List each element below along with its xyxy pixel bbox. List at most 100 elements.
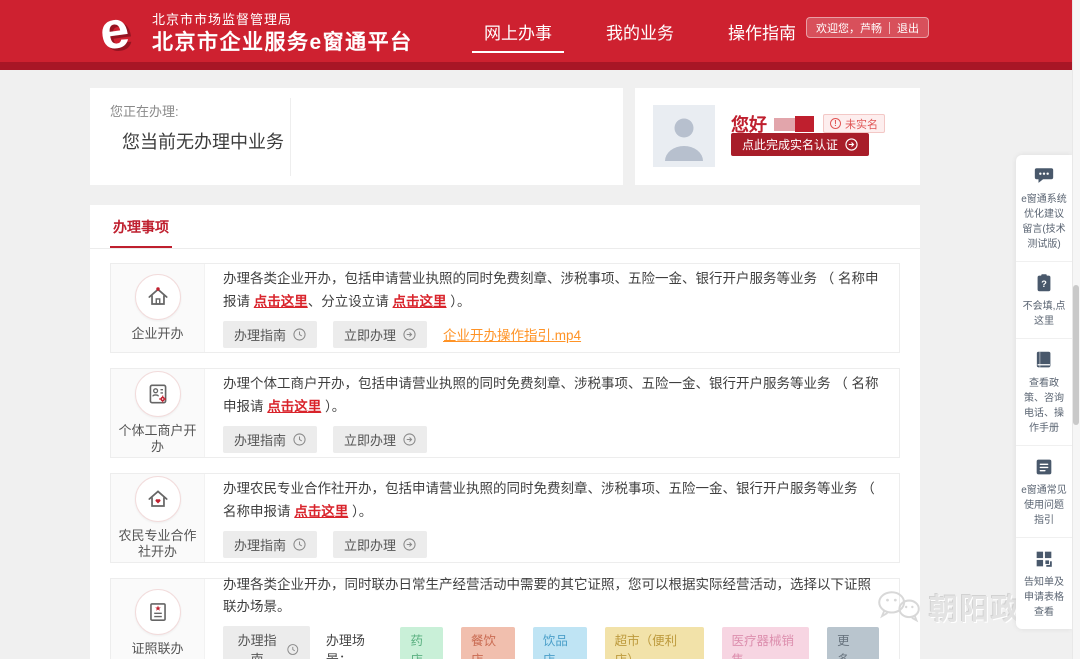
header: e 北京市市场监督管理局 北京市企业服务e窗通平台 网上办事 我的业务 操作指南… [0,0,1072,62]
clock-circle-icon [293,538,306,551]
card-actions: 办理指南 立即办理 [223,321,881,348]
card-icon-col: 企业开办 [111,264,205,352]
apply-button-label: 立即办理 [344,325,396,344]
card-title: 农民专业合作社开办 [111,528,204,561]
document-lines-icon [1033,456,1055,478]
arrow-circle-icon [845,138,858,151]
card-enterprise-setup: 企业开办 办理各类企业开办，包括申请营业执照的同时免费刻章、涉税事项、五险一金、… [110,263,900,353]
side-item-label: e窗通常见使用问题指引 [1020,483,1068,528]
logout-button[interactable]: 退出 [897,20,919,36]
card-description: 办理各类企业开办，同时联办日常生产经营活动中需要的其它证照，您可以根据实际经营活… [223,574,881,619]
desc-text: 办理各类企业开办，同时联办日常生产经营活动中需要的其它证照，您可以根据实际经营活… [223,577,871,614]
side-item-label: 不会填,点这里 [1020,299,1068,329]
exclamation-circle-icon: ! [830,118,841,129]
side-item-label: 查看政策、咨询电话、操作手册 [1020,376,1068,436]
apply-button-label: 立即办理 [344,535,396,554]
redacted-name [774,118,795,131]
side-item-policy[interactable]: 查看政策、咨询电话、操作手册 [1016,339,1072,446]
speech-bubble-icon [1033,165,1055,187]
desc-text: ）。 [348,504,372,519]
avatar [653,105,715,167]
card-description: 办理个体工商户开办，包括申请营业执照的同时免费刻章、涉税事项、五险一金、银行开户… [223,373,881,418]
card-title: 企业开办 [126,326,188,342]
tag-restaurant[interactable]: 餐饮店 [461,627,515,659]
scene-label: 办理场景： [326,630,385,659]
guide-button-label: 办理指南 [234,325,286,344]
card-title: 个体工商户开办 [111,423,204,456]
card-icon-col: 证照联办 [111,579,205,659]
status-badge-label: 未实名 [845,116,878,132]
click-here-link[interactable]: 点击这里 [393,294,447,309]
apply-now-button[interactable]: 立即办理 [333,531,427,558]
card-body: 办理各类企业开办，包括申请营业执照的同时免费刻章、涉税事项、五险一金、银行开户服… [205,264,899,352]
desc-text: ）。 [447,294,471,309]
card-title: 证照联办 [126,641,188,657]
divider [290,98,291,176]
tag-supermarket[interactable]: 超市（便利店） [605,627,704,659]
card-actions: 办理指南 立即办理 [223,531,881,558]
verify-identity-button[interactable]: 点此完成实名认证 [731,133,869,156]
side-item-label: 告知单及申请表格查看 [1020,575,1068,620]
clock-circle-icon [287,643,299,656]
guide-button-label: 办理指南 [234,535,286,554]
scrollbar-thumb[interactable] [1073,285,1079,425]
side-item-forms[interactable]: 告知单及申请表格查看 [1016,538,1072,629]
page-title: 北京市企业服务e窗通平台 [152,26,413,56]
id-card-gear-icon [135,371,181,417]
divider [90,248,920,249]
card-list: 企业开办 办理各类企业开办，包括申请营业执照的同时免费刻章、涉税事项、五险一金、… [110,263,900,659]
side-item-label: e窗通系统优化建议留言(技术测试版) [1020,192,1068,252]
tab-business-items[interactable]: 办理事项 [110,217,172,249]
click-here-link[interactable]: 点击这里 [254,294,308,309]
card-joint-licensing: 证照联办 办理各类企业开办，同时联办日常生产经营活动中需要的其它证照，您可以根据… [110,578,900,659]
certificate-icon [135,589,181,635]
house-icon [135,274,181,320]
side-item-help-fill[interactable]: ? 不会填,点这里 [1016,262,1072,339]
guide-button[interactable]: 办理指南 [223,321,317,348]
nav-item-guide[interactable]: 操作指南 [714,0,810,62]
status-badge-unverified: ! 未实名 [823,114,885,133]
guide-button[interactable]: 办理指南 [223,531,317,558]
book-icon [1033,349,1055,371]
welcome-text: 欢迎您，芦畅 [816,20,882,36]
apply-button-label: 立即办理 [344,430,396,449]
video-guide-link[interactable]: 企业开办操作指引.mp4 [443,324,581,344]
card-farmer-cooperative: 农民专业合作社开办 办理农民专业合作社开办，包括申请营业执照的同时免费刻章、涉税… [110,473,900,563]
divider [889,22,890,34]
card-body: 办理农民专业合作社开办，包括申请营业执照的同时免费刻章、涉税事项、五险一金、银行… [205,474,899,562]
main-nav: 网上办事 我的业务 操作指南 [470,0,810,62]
guide-button[interactable]: 办理指南 [223,626,310,659]
click-here-link[interactable]: 点击这里 [267,399,321,414]
ongoing-business-panel: 您正在办理: 您当前无办理中业务 [90,88,623,185]
tag-pharmacy[interactable]: 药店 [400,627,443,659]
tag-more[interactable]: 更多... [827,627,879,659]
ongoing-empty-message: 您当前无办理中业务 [122,128,284,154]
nav-item-my-business[interactable]: 我的业务 [592,0,688,62]
guide-button-label: 办理指南 [234,430,286,449]
desc-text: 、分立设立请 [308,294,393,309]
platform-logo-icon: e [86,2,142,60]
floating-side-panel: e窗通系统优化建议留言(技术测试版) ? 不会填,点这里 查看政策、咨询电话、操… [1016,155,1072,629]
card-icon-col: 农民专业合作社开办 [111,474,205,562]
main-panel: 办理事项 企业开办 [90,205,920,659]
card-body: 办理各类企业开办，同时联办日常生产经营活动中需要的其它证照，您可以根据实际经营活… [205,579,899,659]
apply-now-button[interactable]: 立即办理 [333,321,427,348]
clipboard-question-icon: ? [1033,272,1055,294]
arrow-circle-icon [403,538,416,551]
side-item-faq[interactable]: e窗通常见使用问题指引 [1016,446,1072,538]
tag-medical-device[interactable]: 医疗器械销售 [722,627,810,659]
side-item-feedback[interactable]: e窗通系统优化建议留言(技术测试版) [1016,155,1072,262]
nav-item-online-services[interactable]: 网上办事 [470,0,566,62]
guide-button[interactable]: 办理指南 [223,426,317,453]
house-heart-icon [135,476,181,522]
svg-text:?: ? [1041,279,1047,289]
verify-button-label: 点此完成实名认证 [742,136,838,153]
click-here-link[interactable]: 点击这里 [294,504,348,519]
page: e 北京市市场监督管理局 北京市企业服务e窗通平台 网上办事 我的业务 操作指南… [0,0,1080,659]
card-actions: 办理指南 立即办理 [223,426,881,453]
guide-button-label: 办理指南 [234,630,280,659]
logo-letter: e [96,3,132,59]
tag-drink-shop[interactable]: 饮品店 [533,627,587,659]
grid-icon [1033,548,1055,570]
apply-now-button[interactable]: 立即办理 [333,426,427,453]
